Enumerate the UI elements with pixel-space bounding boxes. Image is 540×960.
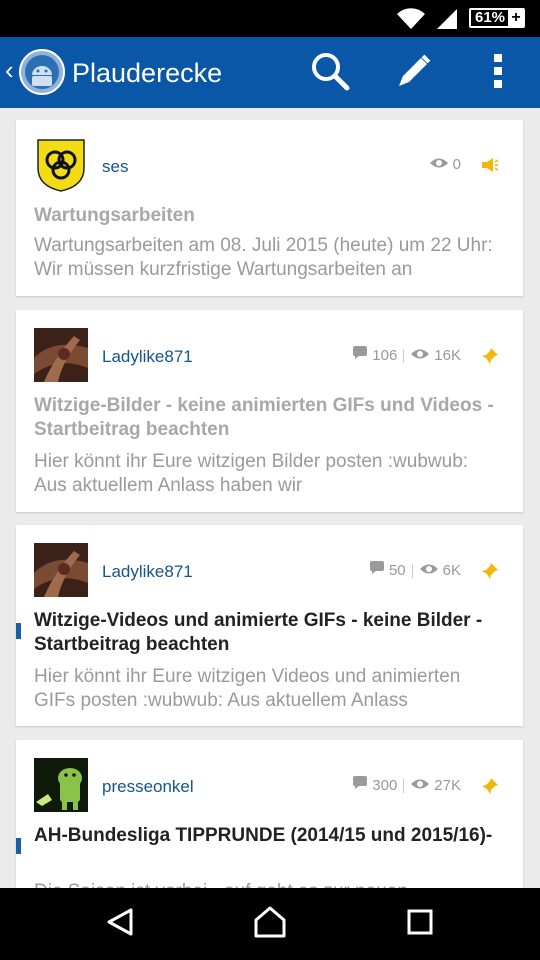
topic-excerpt: Die Saison ist vorbei - auf geht es zur …	[34, 880, 503, 888]
app-logo-icon[interactable]	[18, 48, 66, 96]
topic-title[interactable]: Witzige-Bilder - keine animierten GIFs u…	[34, 394, 501, 442]
topic-title[interactable]: AH-Bundesliga TIPPRUNDE (2014/15 und 201…	[34, 824, 501, 848]
topic-excerpt: Hier könnt ihr Eure witzigen Bilder post…	[34, 451, 469, 496]
unread-indicator	[16, 838, 21, 854]
battery-charging-icon: 61% +	[469, 8, 525, 28]
view-count: 0	[429, 156, 461, 174]
view-count: 6K	[419, 562, 461, 580]
reply-count: 50	[369, 561, 406, 580]
wifi-icon	[396, 8, 426, 35]
reply-count: 300	[352, 776, 397, 795]
topic-card[interactable]: presseonkel 300 27K AH-Bundesliga TIPPRU…	[16, 740, 523, 888]
topic-stats: 0	[429, 156, 499, 174]
comment-icon	[369, 561, 385, 580]
topic-title[interactable]: Wartungsarbeiten	[34, 204, 501, 228]
topic-stats: 300 27K	[352, 776, 499, 795]
reply-count-value: 106	[372, 346, 398, 364]
app-bar: ‹ Plauderecke	[0, 37, 540, 108]
view-count: 16K	[410, 347, 461, 365]
pin-icon	[481, 562, 499, 580]
topic-author[interactable]: ses	[102, 157, 128, 177]
comment-icon	[352, 776, 368, 795]
unread-indicator	[16, 623, 21, 639]
divider	[411, 563, 413, 578]
reply-count-value: 300	[372, 776, 398, 794]
view-count-value: 0	[452, 156, 461, 173]
signal-icon	[435, 8, 459, 35]
pin-icon	[481, 777, 499, 795]
eye-icon	[419, 562, 439, 580]
divider	[403, 348, 405, 363]
view-count-value: 16K	[434, 346, 461, 364]
comment-icon	[352, 346, 368, 365]
reply-count: 106	[352, 346, 397, 365]
announcement-icon	[481, 157, 499, 173]
recents-button[interactable]	[400, 904, 440, 944]
topic-stats: 106 16K	[352, 346, 499, 365]
topic-excerpt: Wartungsarbeiten am 08. Juli 2015 (heute…	[34, 235, 493, 280]
back-chevron-icon[interactable]: ‹	[5, 57, 14, 83]
avatar[interactable]	[34, 758, 88, 812]
avatar[interactable]	[34, 138, 88, 192]
search-button[interactable]	[308, 51, 352, 95]
new-topic-button[interactable]	[392, 51, 436, 95]
topic-title[interactable]: Witzige-Videos und animierte GIFs - kein…	[34, 609, 501, 657]
divider	[403, 778, 405, 793]
topic-card[interactable]: Ladylike871 106 16K Witzige-Bilder - kei…	[16, 310, 523, 512]
topic-card[interactable]: Ladylike871 50 6K Witzige-Videos und ani…	[16, 525, 523, 726]
search-icon	[310, 51, 350, 96]
recents-icon	[407, 909, 433, 940]
eye-icon	[410, 347, 430, 365]
topic-author[interactable]: Ladylike871	[102, 562, 193, 582]
eye-icon	[429, 156, 449, 174]
back-button[interactable]	[100, 904, 140, 944]
view-count: 27K	[410, 777, 461, 795]
home-button[interactable]	[250, 904, 290, 944]
charging-plus-icon: +	[508, 8, 524, 28]
back-triangle-icon	[105, 907, 135, 942]
topic-author[interactable]: Ladylike871	[102, 347, 193, 367]
avatar[interactable]	[34, 328, 88, 382]
navigation-bar	[0, 888, 540, 960]
reply-count-value: 50	[388, 561, 406, 579]
battery-level-text: 61%	[475, 9, 506, 26]
overflow-menu-icon	[493, 53, 503, 94]
view-count-value: 6K	[442, 561, 461, 579]
view-count-value: 27K	[434, 776, 461, 794]
eye-icon	[410, 777, 430, 795]
topic-stats: 50 6K	[369, 561, 499, 580]
topic-author[interactable]: presseonkel	[102, 777, 194, 797]
avatar[interactable]	[34, 543, 88, 597]
status-bar: 61% +	[0, 0, 540, 37]
topic-card[interactable]: ses 0 Wartungsarbeiten Wartungsarbeiten …	[16, 120, 523, 296]
topic-list[interactable]: ses 0 Wartungsarbeiten Wartungsarbeiten …	[0, 108, 540, 888]
overflow-menu-button[interactable]	[476, 51, 520, 95]
home-icon	[253, 906, 287, 943]
page-title: Plauderecke	[72, 58, 223, 88]
topic-excerpt: Hier könnt ihr Eure witzigen Videos und …	[34, 666, 461, 711]
pin-icon	[481, 347, 499, 365]
pencil-icon	[395, 52, 433, 95]
